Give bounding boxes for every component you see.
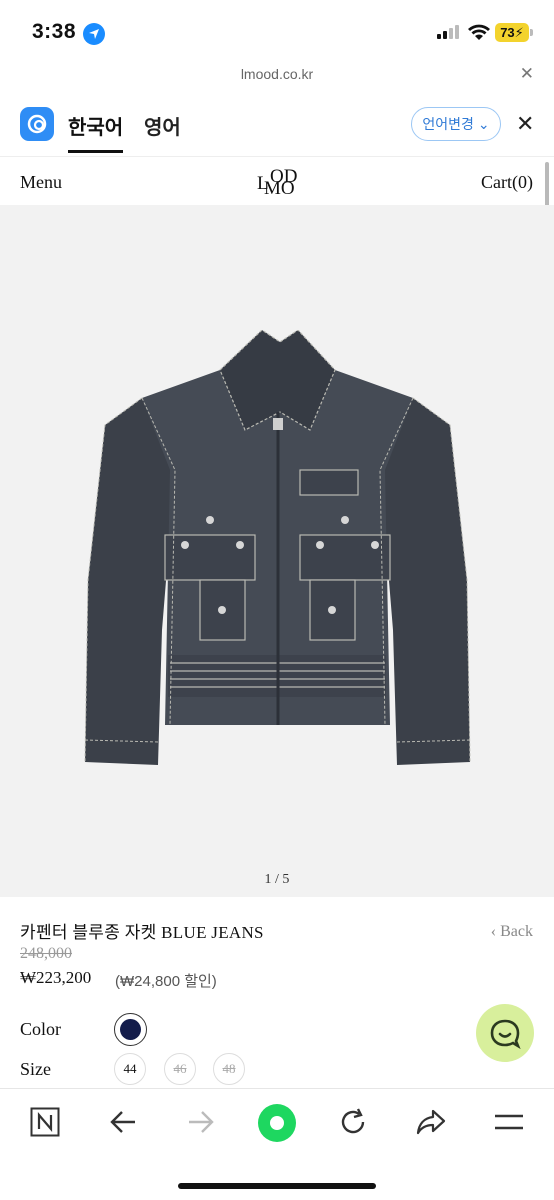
naver-home-icon[interactable] bbox=[30, 1107, 60, 1137]
logo-letters-mo: MO bbox=[264, 178, 295, 199]
product-name: 카펜터 블루종 자켓 BLUE JEANS bbox=[20, 923, 264, 942]
color-swatch-navy[interactable] bbox=[114, 1013, 147, 1046]
original-price: 248,000 bbox=[20, 945, 72, 962]
discount-amount: (₩24,800 할인) bbox=[115, 973, 217, 990]
size-option-46[interactable]: 46 bbox=[164, 1053, 196, 1085]
menu-link[interactable]: Menu bbox=[20, 172, 62, 193]
brand-logo[interactable]: L OD MO bbox=[255, 166, 315, 199]
share-icon[interactable] bbox=[416, 1107, 446, 1137]
back-arrow-icon[interactable] bbox=[108, 1107, 138, 1137]
change-language-button[interactable]: 언어변경 ⌄ bbox=[411, 107, 501, 141]
reload-icon[interactable] bbox=[338, 1107, 368, 1137]
location-arrow-icon bbox=[83, 23, 105, 45]
close-icon[interactable]: ✕ bbox=[516, 111, 534, 137]
back-link[interactable]: ‹ Back bbox=[491, 923, 533, 941]
translate-bar: 한국어 영어 언어변경 ⌄ ✕ bbox=[0, 97, 554, 157]
product-image-gallery[interactable]: 1 / 5 bbox=[0, 205, 554, 897]
shop-header: Menu L OD MO Cart(0) bbox=[0, 158, 554, 205]
wifi-icon bbox=[468, 24, 490, 40]
chat-icon bbox=[490, 1019, 521, 1049]
chat-button[interactable] bbox=[476, 1004, 534, 1062]
size-option-48[interactable]: 48 bbox=[213, 1053, 245, 1085]
status-time: 3:38 bbox=[32, 20, 77, 43]
translate-app-icon[interactable] bbox=[20, 107, 54, 141]
tab-english[interactable]: 영어 bbox=[144, 111, 181, 140]
size-option-44[interactable]: 44 bbox=[114, 1053, 146, 1085]
close-icon[interactable]: ✕ bbox=[520, 64, 534, 84]
chevron-down-icon: ⌄ bbox=[477, 116, 490, 132]
signal-icon bbox=[437, 25, 461, 39]
url-text[interactable]: lmood.co.kr bbox=[0, 66, 554, 82]
status-bar: 3:38 73⚡ bbox=[0, 0, 554, 62]
cart-link[interactable]: Cart(0) bbox=[481, 172, 533, 193]
hamburger-menu-icon[interactable] bbox=[494, 1107, 524, 1137]
tab-korean[interactable]: 한국어 bbox=[68, 111, 124, 153]
browser-toolbar bbox=[0, 1088, 554, 1200]
size-label: Size bbox=[20, 1059, 51, 1079]
battery-tip bbox=[530, 29, 533, 36]
green-dot-icon[interactable] bbox=[257, 1103, 297, 1143]
home-indicator[interactable] bbox=[178, 1183, 376, 1189]
url-bar[interactable]: lmood.co.kr ✕ bbox=[0, 62, 554, 90]
gallery-counter: 1 / 5 bbox=[264, 872, 290, 887]
change-language-label: 언어변경 bbox=[422, 116, 474, 132]
sale-price: ₩223,200 bbox=[20, 968, 92, 987]
forward-arrow-icon[interactable] bbox=[186, 1107, 216, 1137]
jacket-photo bbox=[84, 330, 471, 765]
battery-charging-icon: 73⚡ bbox=[495, 23, 529, 42]
color-label: Color bbox=[20, 1019, 62, 1039]
swatch-fill bbox=[120, 1019, 141, 1040]
battery-level: 73 bbox=[500, 25, 515, 40]
